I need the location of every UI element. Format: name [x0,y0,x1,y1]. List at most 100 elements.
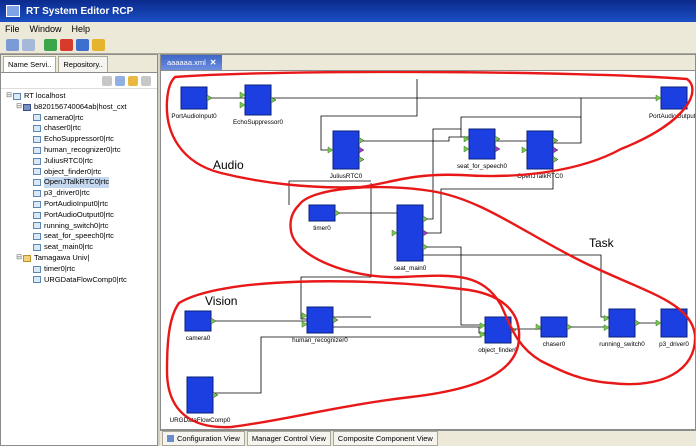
tab-composite-component-view[interactable]: Composite Component View [332,431,438,446]
component-body[interactable] [332,130,360,170]
in-port[interactable] [479,330,486,338]
component-human_recognizer0[interactable]: human_recognizer0 [292,306,348,344]
editor-tab[interactable]: aaaaaa.xml ✕ [161,55,223,70]
tab-name-service[interactable]: Name Servi.. [3,56,57,72]
tree-item[interactable]: chaser0|rtc [1,123,157,134]
in-port[interactable] [655,94,662,102]
component-body[interactable] [180,86,208,110]
component-camera0[interactable]: camera0 [184,310,217,342]
menu-file[interactable]: File [0,24,25,34]
tree-item[interactable]: human_recognizer0|rtc [1,145,157,156]
component-body[interactable] [184,310,212,332]
component-JuliusRTC0[interactable]: JuliusRTC0 [327,130,365,180]
tree-item[interactable]: ⊟ Tamagawa Univ| [1,253,157,264]
out-port[interactable] [422,215,429,223]
component-body[interactable] [186,376,214,414]
connection-line[interactable] [333,326,485,334]
component-body[interactable] [608,308,636,338]
new-system-icon[interactable] [6,38,19,51]
menu-help[interactable]: Help [67,24,96,34]
deactivate-icon[interactable] [76,38,89,51]
out-port[interactable] [358,146,365,154]
expand-icon[interactable]: ⊟ [5,91,13,102]
tree-item[interactable]: seat_main0|rtc [1,242,157,253]
component-body[interactable] [660,86,688,110]
tree-item[interactable]: ⊟ b820156740064ab|host_cxt [1,102,157,113]
component-body[interactable] [396,204,424,262]
activate-icon[interactable] [60,38,73,51]
component-timer0[interactable]: timer0 [308,204,341,232]
out-port[interactable] [358,156,365,163]
diagram-canvas[interactable]: PortAudioInput0 EchoSuppressor0 PortAudioO… [161,71,695,429]
component-seat_for_speech0[interactable]: seat_for_speech0 [457,128,508,170]
component-body[interactable] [526,130,554,170]
refresh-icon[interactable] [115,75,125,86]
tree-item[interactable]: OpenJTalkRTC0|rtc [1,177,157,189]
connection-line[interactable] [359,136,469,142]
tab-manager-control-view[interactable]: Manager Control View [246,431,331,446]
connection-line[interactable] [300,183,372,320]
expand-icon[interactable]: ⊟ [15,102,23,113]
component-PortAudioInput0[interactable]: PortAudioInput0 [171,86,217,120]
back-icon[interactable] [102,75,112,86]
tree-item[interactable]: PortAudioInput0|rtc [1,199,157,210]
connection-line[interactable] [553,98,582,144]
in-port[interactable] [239,101,246,109]
tree-item[interactable]: EchoSuppressor0|rtc [1,134,157,145]
tree-item[interactable]: JuliusRTC0|rtc [1,156,157,167]
tree-item[interactable]: ⊟ RT localhost [1,91,157,102]
out-port[interactable] [566,323,573,331]
out-port[interactable] [206,94,213,102]
tree-item[interactable]: seat_for_speech0|rtc [1,231,157,242]
in-port[interactable] [327,146,334,154]
connection-line[interactable] [423,254,609,318]
tree-item[interactable]: running_switch0|rtc [1,221,157,232]
component-seat_main0[interactable]: seat_main0 [391,204,429,272]
tree-item[interactable]: object_finder0|rtc [1,167,157,178]
in-port[interactable] [479,322,486,330]
connection-line[interactable] [271,79,661,99]
tree-item[interactable]: p3_driver0|rtc [1,188,157,199]
in-port[interactable] [655,319,662,327]
in-port[interactable] [603,314,610,322]
out-port[interactable] [334,209,341,217]
out-port[interactable] [332,316,339,324]
component-body[interactable] [244,84,272,116]
out-port[interactable] [210,317,217,325]
in-port[interactable] [239,91,246,99]
component-URGDataFlowComp0[interactable]: URGDataFlowComp0 [170,376,231,424]
in-port[interactable] [301,320,308,328]
out-port[interactable] [422,229,429,237]
filter-icon[interactable] [128,75,138,86]
component-body[interactable] [308,204,336,222]
in-port[interactable] [463,145,470,153]
tab-configuration-view[interactable]: Configuration View [162,431,245,446]
connection-line[interactable] [213,334,485,394]
close-icon[interactable]: ✕ [210,58,217,67]
in-port[interactable] [391,229,398,237]
component-body[interactable] [468,128,496,160]
out-port[interactable] [552,146,559,154]
out-port[interactable] [358,137,365,144]
component-object_finder0[interactable]: object_finder0 [478,316,518,354]
layout-icon[interactable] [92,38,105,51]
tree-item[interactable]: URGDataFlowComp0|rtc [1,275,157,286]
in-port[interactable] [521,146,528,154]
component-body[interactable] [540,316,568,338]
out-port[interactable] [634,319,641,327]
menu-window[interactable]: Window [25,24,67,34]
component-chaser0[interactable]: chaser0 [535,316,573,348]
out-port[interactable] [494,145,501,153]
out-port[interactable] [422,243,429,251]
tree-item[interactable]: PortAudioOutput0|rtc [1,210,157,221]
tab-repository[interactable]: Repository.. [58,56,108,72]
tree-item[interactable]: timer0|rtc [1,264,157,275]
in-port[interactable] [603,324,610,332]
in-port[interactable] [301,312,308,320]
expand-icon[interactable]: ⊟ [15,253,23,264]
open-system-icon[interactable] [22,38,35,51]
connect-icon[interactable] [44,38,57,51]
component-body[interactable] [306,306,334,334]
component-running_switch0[interactable]: running_switch0 [599,308,645,348]
tree-item[interactable]: camera0|rtc [1,113,157,124]
